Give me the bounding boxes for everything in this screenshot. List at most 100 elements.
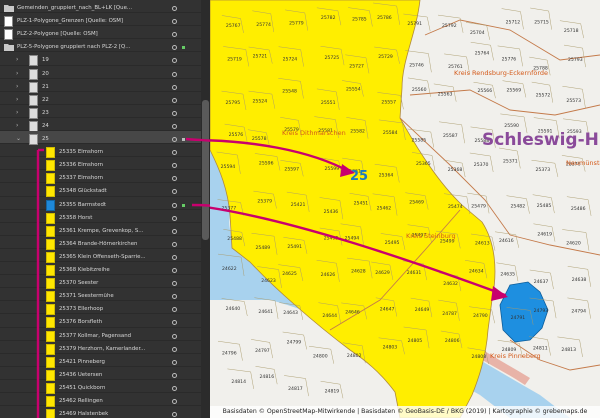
visibility-toggle-icon[interactable] <box>172 84 177 90</box>
layer-row[interactable]: 25370 Seester <box>0 275 210 290</box>
layer-row[interactable]: 25373 Ellerhoop <box>0 301 210 316</box>
visibility-toggle-icon[interactable] <box>172 281 177 287</box>
layer-row[interactable]: 25368 Kiebitzreihe <box>0 262 210 277</box>
layer-row[interactable]: › 23 <box>0 105 210 119</box>
layer-row[interactable]: 25361 Krempe, Grevenkop, S... <box>0 223 210 237</box>
visibility-toggle-icon[interactable] <box>172 58 177 64</box>
visibility-toggle-icon[interactable] <box>172 202 177 208</box>
chevron-right-icon[interactable]: › <box>16 122 18 129</box>
chevron-down-icon[interactable]: ⌄ <box>16 136 21 142</box>
layer-row[interactable]: 25376 Borsfleth <box>0 314 210 329</box>
layers-scrollbar-thumb[interactable] <box>202 100 209 240</box>
postcode-label: 24629 <box>375 270 390 276</box>
visibility-toggle-icon[interactable] <box>172 97 177 103</box>
visibility-toggle-icon[interactable] <box>172 215 177 221</box>
layer-row[interactable]: PLZ-5-Polygone gruppiert nach PLZ-2 [Q..… <box>0 39 210 53</box>
layer-row[interactable]: PLZ-1-Polygone_Grenzen [Quelle: OSM] <box>0 13 210 28</box>
layer-row[interactable]: › 21 <box>0 79 210 93</box>
layer-row[interactable]: 25336 Elmshorn <box>0 157 210 172</box>
visibility-toggle-icon[interactable] <box>172 307 177 313</box>
postcode-label: 25774 <box>256 22 271 28</box>
layer-label: 25337 Elmshorn <box>59 175 104 182</box>
layer-row[interactable]: › 19 <box>0 52 210 67</box>
chevron-right-icon[interactable]: › <box>16 57 18 63</box>
postcode-label: 25587 <box>443 133 458 139</box>
region-label: Kreis Steinburg <box>406 232 456 240</box>
postcode-label: 24814 <box>231 379 246 385</box>
layer-row[interactable]: 25436 Uetersen <box>0 367 210 381</box>
visibility-toggle-icon[interactable] <box>172 137 177 143</box>
layer-row[interactable]: › 20 <box>0 66 210 80</box>
visibility-toggle-icon[interactable] <box>172 294 177 300</box>
postcode-label: 25371 <box>503 158 518 164</box>
layer-row[interactable]: 25379 Herzhorn, Kamerlander... <box>0 341 210 355</box>
postcode-label: 24803 <box>383 344 398 350</box>
postcode-label: 25379 <box>257 199 272 205</box>
layer-row[interactable]: › 22 <box>0 92 210 106</box>
postcode-label: 25725 <box>325 55 340 61</box>
visibility-toggle-icon[interactable] <box>172 123 177 129</box>
visibility-toggle-icon[interactable] <box>172 32 177 38</box>
layer-row[interactable]: 25451 Quickborn <box>0 380 210 394</box>
visibility-toggle-icon[interactable] <box>172 372 177 378</box>
layer-label: 25368 Kiebitzreihe <box>59 267 110 274</box>
visibility-toggle-icon[interactable] <box>172 163 177 169</box>
postcode-label: 25554 <box>346 87 361 93</box>
layer-label: 23 <box>42 109 49 116</box>
layer-row[interactable]: 25337 Elmshorn <box>0 170 210 185</box>
visibility-toggle-icon[interactable] <box>172 71 177 77</box>
chevron-right-icon[interactable]: › <box>16 70 18 77</box>
visibility-toggle-icon[interactable] <box>172 110 177 116</box>
postcode-label: 24622 <box>222 266 237 272</box>
layer-row[interactable]: 25364 Brande-Hörnerkirchen <box>0 236 210 250</box>
visibility-toggle-icon[interactable] <box>172 19 177 25</box>
visibility-toggle-icon[interactable] <box>172 386 177 391</box>
postcode-label: 25482 <box>511 204 526 210</box>
layer-row[interactable]: Gemeinden_gruppiert_nach_BL+LK [Que... <box>0 0 210 14</box>
chevron-right-icon[interactable]: › <box>16 83 18 90</box>
layer-row[interactable]: 25335 Elmshorn <box>0 144 210 159</box>
visibility-toggle-icon[interactable] <box>172 45 177 51</box>
state-label: Schleswig-H <box>482 130 599 150</box>
visibility-toggle-icon[interactable] <box>172 228 177 234</box>
map-view[interactable]: 25767 25774 25779 25782 25785 25786 25791 25792… <box>210 0 600 418</box>
layer-row[interactable]: 25348 Glückstadt <box>0 183 210 198</box>
layer-row[interactable]: 25371 Seestermühe <box>0 288 210 303</box>
visibility-toggle-icon[interactable] <box>172 150 177 156</box>
visibility-toggle-icon[interactable] <box>172 412 177 418</box>
postcode-label: 24638 <box>572 277 587 283</box>
layer-row[interactable]: 25421 Pinneberg <box>0 354 210 368</box>
target-indicator-icon <box>182 203 185 207</box>
layer-row[interactable]: 25355 Barmstedt <box>0 197 210 211</box>
postcode-label: 24643 <box>283 310 298 316</box>
visibility-toggle-icon[interactable] <box>172 6 177 11</box>
postcode-label: 24811 <box>533 346 548 352</box>
visibility-toggle-icon[interactable] <box>172 320 177 326</box>
visibility-toggle-icon[interactable] <box>172 268 177 274</box>
layer-label: 21 <box>42 83 49 90</box>
layer-label: 24 <box>42 122 49 129</box>
visibility-toggle-icon[interactable] <box>172 176 177 182</box>
postcode-label: 24794 <box>571 309 586 315</box>
visibility-toggle-icon[interactable] <box>172 399 177 405</box>
chevron-right-icon[interactable]: › <box>16 96 18 103</box>
layer-row[interactable]: 25358 Horst <box>0 210 210 224</box>
layer-row[interactable]: 25462 Rellingen <box>0 393 210 408</box>
chevron-right-icon[interactable]: › <box>16 109 18 116</box>
layer-row[interactable]: › 24 <box>0 118 210 132</box>
visibility-toggle-icon[interactable] <box>172 359 177 365</box>
layer-row[interactable]: PLZ-2-Polygone [Quelle: OSM] <box>0 26 210 41</box>
postcode-label: 25746 <box>409 62 424 68</box>
visibility-toggle-icon[interactable] <box>172 333 177 339</box>
map-credits: Basisdaten © OpenStreetMap-Mitwirkende |… <box>210 406 600 418</box>
visibility-toggle-icon[interactable] <box>172 346 177 352</box>
layer-row[interactable]: 25365 Klein Offenseth-Sparrie... <box>0 249 210 263</box>
postcode-label: 25495 <box>385 240 400 246</box>
layer-row[interactable]: ⌄ 25 <box>0 131 210 146</box>
visibility-toggle-icon[interactable] <box>172 241 177 247</box>
layer-row[interactable]: 25377 Kollmar, Pagensand <box>0 328 210 342</box>
postcode-label: 25451 <box>354 201 369 207</box>
visibility-toggle-icon[interactable] <box>172 254 177 260</box>
visibility-toggle-icon[interactable] <box>172 189 177 195</box>
layer-row[interactable]: 25469 Halstenbek <box>0 406 210 418</box>
